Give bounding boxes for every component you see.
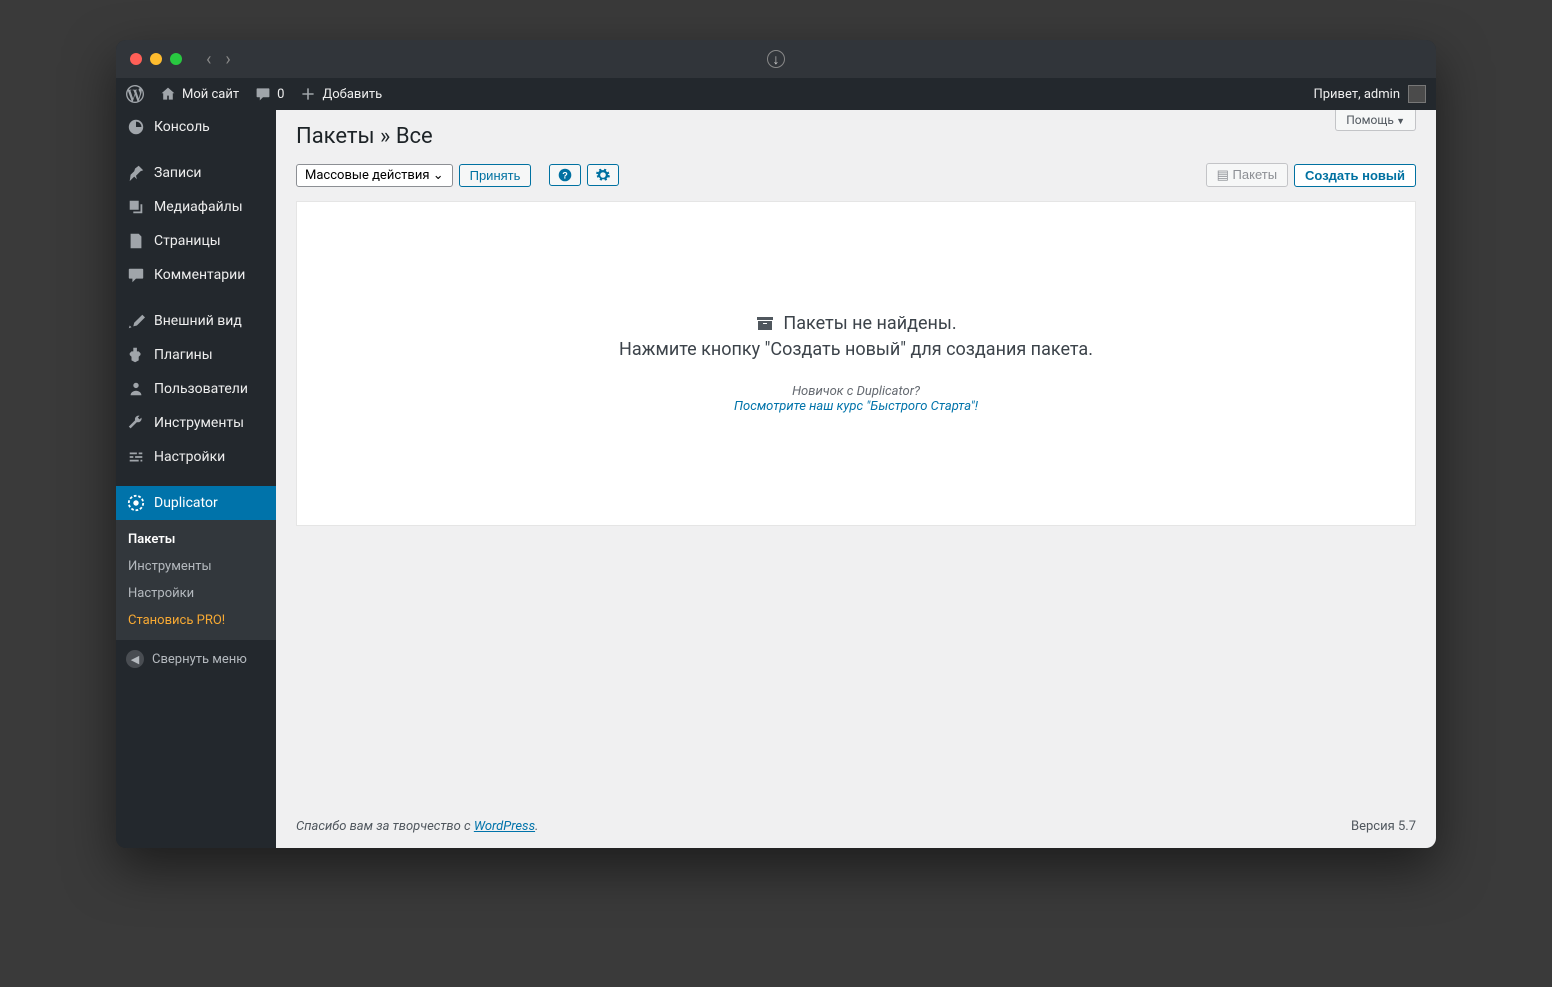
page-title: Пакеты » Все: [276, 110, 1436, 153]
sidebar-item-comments[interactable]: Комментарии: [116, 258, 276, 292]
instruction-text: Нажмите кнопку "Создать новый" для созда…: [619, 339, 1093, 360]
newbie-text: Новичок с Duplicator?: [619, 384, 1093, 399]
sidebar-item-duplicator[interactable]: Duplicator: [116, 486, 276, 520]
close-window-button[interactable]: [130, 53, 142, 65]
sidebar-item-tools[interactable]: Инструменты: [116, 406, 276, 440]
media-icon: [126, 198, 146, 216]
apply-button[interactable]: Принять: [459, 164, 532, 187]
avatar: [1408, 85, 1426, 103]
users-icon: [126, 380, 146, 398]
maximize-window-button[interactable]: [170, 53, 182, 65]
create-new-button[interactable]: Создать новый: [1294, 164, 1416, 187]
collapse-icon: ◀: [126, 650, 144, 668]
submenu-packages[interactable]: Пакеты: [116, 526, 276, 553]
back-button[interactable]: ‹: [206, 49, 211, 70]
comments-count: 0: [277, 87, 284, 102]
settings-button[interactable]: [587, 164, 619, 186]
submenu-tools[interactable]: Инструменты: [116, 553, 276, 580]
footer-thanks-suffix: .: [535, 819, 538, 834]
bulk-actions-select[interactable]: Массовые действия ⌄: [296, 164, 453, 187]
no-packages-text: Пакеты не найдены.: [783, 313, 956, 334]
home-icon: [160, 86, 176, 102]
sidebar-label: Внешний вид: [154, 313, 242, 329]
page-icon: [126, 232, 146, 250]
admin-sidebar: Консоль Записи Медиафайлы Страницы: [116, 110, 276, 848]
gear-icon: [596, 168, 610, 182]
add-new-label: Добавить: [322, 87, 382, 102]
wordpress-icon: [126, 85, 144, 103]
sidebar-label: Настройки: [154, 449, 225, 465]
submenu-settings[interactable]: Настройки: [116, 580, 276, 607]
download-icon[interactable]: ↓: [767, 50, 785, 68]
sidebar-item-dashboard[interactable]: Консоль: [116, 110, 276, 144]
brush-icon: [126, 312, 146, 330]
sidebar-item-plugins[interactable]: Плагины: [116, 338, 276, 372]
toolbar: Массовые действия ⌄ Принять ? ▤ Пакеты: [276, 153, 1436, 201]
wp-logo[interactable]: [126, 85, 144, 103]
sidebar-label: Инструменты: [154, 415, 244, 431]
titlebar: ‹ › ↓: [116, 40, 1436, 78]
wordpress-link[interactable]: WordPress: [474, 819, 535, 834]
question-icon: ?: [558, 168, 572, 182]
packages-panel: Пакеты не найдены. Нажмите кнопку "Созда…: [296, 201, 1416, 526]
pin-icon: [126, 164, 146, 182]
sidebar-item-pages[interactable]: Страницы: [116, 224, 276, 258]
sidebar-label: Комментарии: [154, 267, 245, 283]
help-tab[interactable]: Помощь: [1335, 110, 1416, 131]
footer-thanks-prefix: Спасибо вам за творчество с: [296, 819, 474, 834]
sidebar-item-media[interactable]: Медиафайлы: [116, 190, 276, 224]
collapse-menu[interactable]: ◀ Свернуть меню: [116, 640, 276, 678]
sidebar-label: Консоль: [154, 119, 210, 135]
forward-button[interactable]: ›: [225, 49, 230, 70]
comment-icon: [126, 266, 146, 284]
plugin-icon: [126, 346, 146, 364]
collapse-label: Свернуть меню: [152, 652, 247, 667]
submenu-pro[interactable]: Становись PRO!: [116, 607, 276, 634]
account-menu[interactable]: Привет, admin: [1313, 85, 1426, 103]
comments-link[interactable]: 0: [255, 86, 284, 102]
comment-icon: [255, 86, 271, 102]
quickstart-link[interactable]: Посмотрите наш курс "Быстрого Старта"!: [619, 399, 1093, 414]
sidebar-item-posts[interactable]: Записи: [116, 156, 276, 190]
help-button[interactable]: ?: [549, 164, 581, 186]
add-new-link[interactable]: Добавить: [300, 86, 382, 102]
minimize-window-button[interactable]: [150, 53, 162, 65]
sidebar-item-users[interactable]: Пользователи: [116, 372, 276, 406]
package-icon: ▤: [1217, 167, 1233, 182]
dashboard-icon: [126, 118, 146, 136]
plus-icon: [300, 86, 316, 102]
sidebar-label: Плагины: [154, 347, 213, 363]
svg-text:?: ?: [563, 171, 569, 181]
sidebar-item-settings[interactable]: Настройки: [116, 440, 276, 474]
archive-icon: [755, 313, 775, 333]
footer: Спасибо вам за творчество с WordPress. В…: [276, 805, 1436, 848]
sidebar-label: Записи: [154, 165, 202, 181]
submenu: Пакеты Инструменты Настройки Становись P…: [116, 520, 276, 640]
site-link[interactable]: Мой сайт: [160, 86, 239, 102]
sliders-icon: [126, 448, 146, 466]
sidebar-label: Медиафайлы: [154, 199, 243, 215]
version-text: Версия 5.7: [1351, 819, 1416, 834]
packages-button: ▤ Пакеты: [1206, 163, 1288, 187]
chevron-down-icon: ⌄: [433, 168, 444, 183]
sidebar-label: Страницы: [154, 233, 221, 249]
sidebar-item-appearance[interactable]: Внешний вид: [116, 304, 276, 338]
wrench-icon: [126, 414, 146, 432]
greeting: Привет, admin: [1313, 87, 1400, 102]
duplicator-icon: [126, 494, 146, 512]
admin-bar: Мой сайт 0 Добавить Привет, admin: [116, 78, 1436, 110]
sidebar-label: Duplicator: [154, 495, 218, 511]
site-name: Мой сайт: [182, 87, 239, 102]
sidebar-label: Пользователи: [154, 381, 248, 397]
